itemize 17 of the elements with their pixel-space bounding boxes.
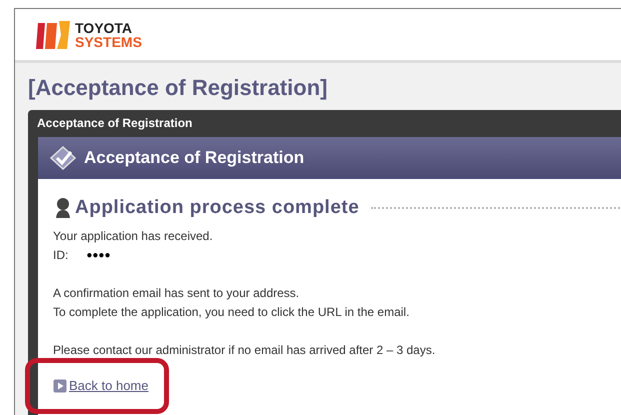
id-value: ●●●● — [86, 249, 111, 263]
checkmark-icon — [50, 146, 76, 170]
back-link[interactable]: Back to home — [69, 378, 148, 393]
page-title: [Acceptance of Registration] — [28, 75, 328, 101]
body-text: Please contact our administrator if no email has arrived after 2 – 3 days. — [53, 342, 436, 359]
panel-title: Acceptance of Registration — [37, 115, 194, 132]
logo-icon — [35, 18, 71, 50]
body-text: To complete the application, you need to click the URL in the email. — [53, 304, 410, 321]
section-heading: Application process complete — [75, 197, 360, 219]
body-text: A confirmation email has sent to your address. — [53, 285, 300, 302]
id-label: ID: — [53, 247, 68, 264]
banner-title: Acceptance of Registration — [84, 148, 304, 168]
play-icon — [53, 378, 67, 392]
body-text: Your application has received. — [53, 228, 214, 245]
logo-text: SYSTEMS — [75, 34, 142, 48]
person-icon — [53, 197, 71, 219]
logo-text: TOYOTA — [75, 20, 134, 34]
